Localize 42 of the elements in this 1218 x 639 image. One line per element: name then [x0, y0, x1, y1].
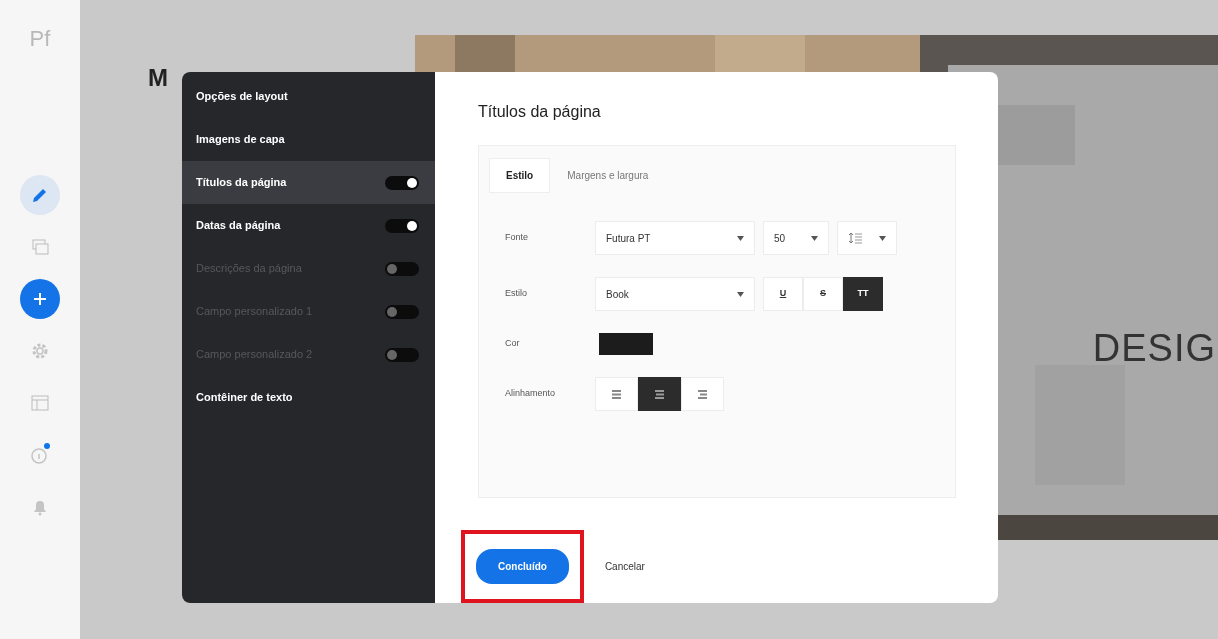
- field-label: Fonte: [504, 231, 529, 245]
- menu-item[interactable]: Contêiner de texto: [196, 389, 293, 406]
- menu-item[interactable]: Datas da página: [196, 217, 281, 234]
- layout-icon: [29, 392, 51, 414]
- caret-icon: [811, 235, 818, 241]
- tab[interactable]: Margens e largura: [550, 158, 666, 194]
- menu-item[interactable]: Títulos da página: [196, 174, 287, 191]
- align-right-icon: [697, 389, 708, 399]
- toggle-switch[interactable]: [385, 175, 419, 190]
- dropdown[interactable]: Book: [595, 277, 755, 312]
- dropdown[interactable]: [837, 221, 897, 256]
- cover-title: DESIG: [1092, 326, 1216, 371]
- tab[interactable]: Estilo: [489, 158, 551, 194]
- dialog-title: Títulos da página: [478, 102, 602, 122]
- menu-item[interactable]: Imagens de capa: [196, 131, 285, 148]
- done-button[interactable]: Concluído: [476, 549, 569, 584]
- toggle-switch[interactable]: [385, 347, 419, 362]
- line-spacing-icon: [848, 232, 862, 245]
- pages-icon: [29, 236, 51, 258]
- align-center-icon: [654, 389, 665, 399]
- site-title: M: [148, 63, 168, 93]
- text-style-button[interactable]: S: [803, 277, 843, 312]
- field-label: Alinhamento: [504, 387, 557, 401]
- caret-icon: [879, 235, 886, 241]
- menu-item[interactable]: Opções de layout: [196, 88, 288, 105]
- color-swatch[interactable]: [599, 333, 653, 356]
- toggle-switch[interactable]: [385, 304, 419, 319]
- align-left-icon: [611, 389, 622, 399]
- edit-button[interactable]: [20, 175, 60, 215]
- caret-icon: [737, 235, 744, 241]
- field-label: Estilo: [504, 287, 528, 301]
- dropdown[interactable]: Futura PT: [595, 221, 755, 256]
- field-label: Cor: [504, 337, 521, 351]
- dropdown[interactable]: 50: [763, 221, 829, 256]
- caret-icon: [737, 291, 744, 297]
- toggle-switch[interactable]: [385, 218, 419, 233]
- text-style-button[interactable]: U: [763, 277, 803, 312]
- align-center-button[interactable]: [638, 377, 681, 412]
- add-button[interactable]: [20, 279, 60, 319]
- text-style-button[interactable]: TT: [843, 277, 883, 312]
- toggle-switch[interactable]: [385, 261, 419, 276]
- cancel-button[interactable]: Cancelar: [598, 558, 651, 575]
